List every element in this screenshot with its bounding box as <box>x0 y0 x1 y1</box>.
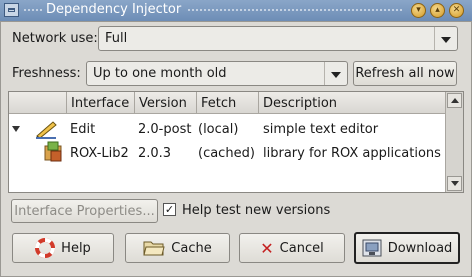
cache-label: Cache <box>171 240 212 256</box>
window-menu-icon[interactable] <box>4 3 19 17</box>
row-2-interface[interactable]: ROX-Lib2 <box>70 146 129 161</box>
interface-properties-label: Interface Properties... <box>14 203 155 219</box>
column-header-interface[interactable]: Interface <box>67 92 135 114</box>
refresh-all-label: Refresh all now <box>355 66 455 81</box>
download-icon <box>362 239 382 257</box>
help-lifebuoy-icon <box>35 238 56 258</box>
window-title: Dependency Injector <box>46 2 182 17</box>
download-button[interactable]: Download <box>354 232 460 264</box>
minimize-icon[interactable]: ▾ <box>411 3 426 18</box>
title-bar[interactable]: Dependency Injector ▾ ▴ ✕ <box>0 0 472 22</box>
edit-pen-icon <box>36 121 57 139</box>
row-1-interface[interactable]: Edit <box>70 122 95 137</box>
freshness-label: Freshness: <box>12 66 81 81</box>
row-2-fetch[interactable]: (cached) <box>198 146 255 161</box>
column-header-fetch[interactable]: Fetch <box>197 92 259 114</box>
help-button[interactable]: Help <box>12 233 114 263</box>
chevron-down-icon <box>324 62 347 85</box>
close-icon[interactable]: ✕ <box>449 3 464 18</box>
network-use-combo[interactable]: Full <box>98 26 458 51</box>
row-1-version[interactable]: 2.0-post <box>138 122 191 137</box>
chevron-down-icon <box>434 27 457 50</box>
row-2-description[interactable]: library for ROX applications <box>263 146 441 161</box>
column-header-version[interactable]: Version <box>135 92 197 114</box>
help-test-label[interactable]: Help test new versions <box>182 203 330 218</box>
title-bar-grip-right <box>188 9 404 11</box>
title-bar-grip <box>24 9 42 11</box>
cancel-x-icon: ✕ <box>260 238 274 258</box>
library-package-icon <box>44 141 62 162</box>
expander-icon[interactable] <box>12 126 20 132</box>
cancel-label: Cancel <box>279 240 324 256</box>
scroll-up-icon[interactable] <box>447 93 462 108</box>
cancel-button[interactable]: ✕ Cancel <box>239 233 345 263</box>
freshness-combo[interactable]: Up to one month old <box>86 61 348 86</box>
help-test-checkbox[interactable]: ✓ <box>163 203 176 216</box>
row-2-version[interactable]: 2.0.3 <box>138 146 171 161</box>
network-use-label: Network use: <box>12 31 98 46</box>
freshness-value: Up to one month old <box>93 66 227 81</box>
row-1-fetch[interactable]: (local) <box>198 122 238 137</box>
interface-tree[interactable]: Interface Version Fetch Description Edit… <box>8 91 464 193</box>
column-header-icon[interactable] <box>9 92 67 114</box>
vertical-scrollbar[interactable] <box>445 92 463 192</box>
maximize-icon[interactable]: ▴ <box>430 3 445 18</box>
cache-button[interactable]: Cache <box>125 233 230 263</box>
refresh-all-button[interactable]: Refresh all now <box>353 61 457 86</box>
folder-icon <box>143 241 165 256</box>
column-header-description[interactable]: Description <box>259 92 447 114</box>
help-label: Help <box>61 240 91 256</box>
interface-properties-button[interactable]: Interface Properties... <box>11 199 158 223</box>
download-label: Download <box>387 240 453 256</box>
network-use-value: Full <box>105 31 128 46</box>
row-1-description[interactable]: simple text editor <box>263 122 378 137</box>
scroll-down-icon[interactable] <box>447 176 462 191</box>
